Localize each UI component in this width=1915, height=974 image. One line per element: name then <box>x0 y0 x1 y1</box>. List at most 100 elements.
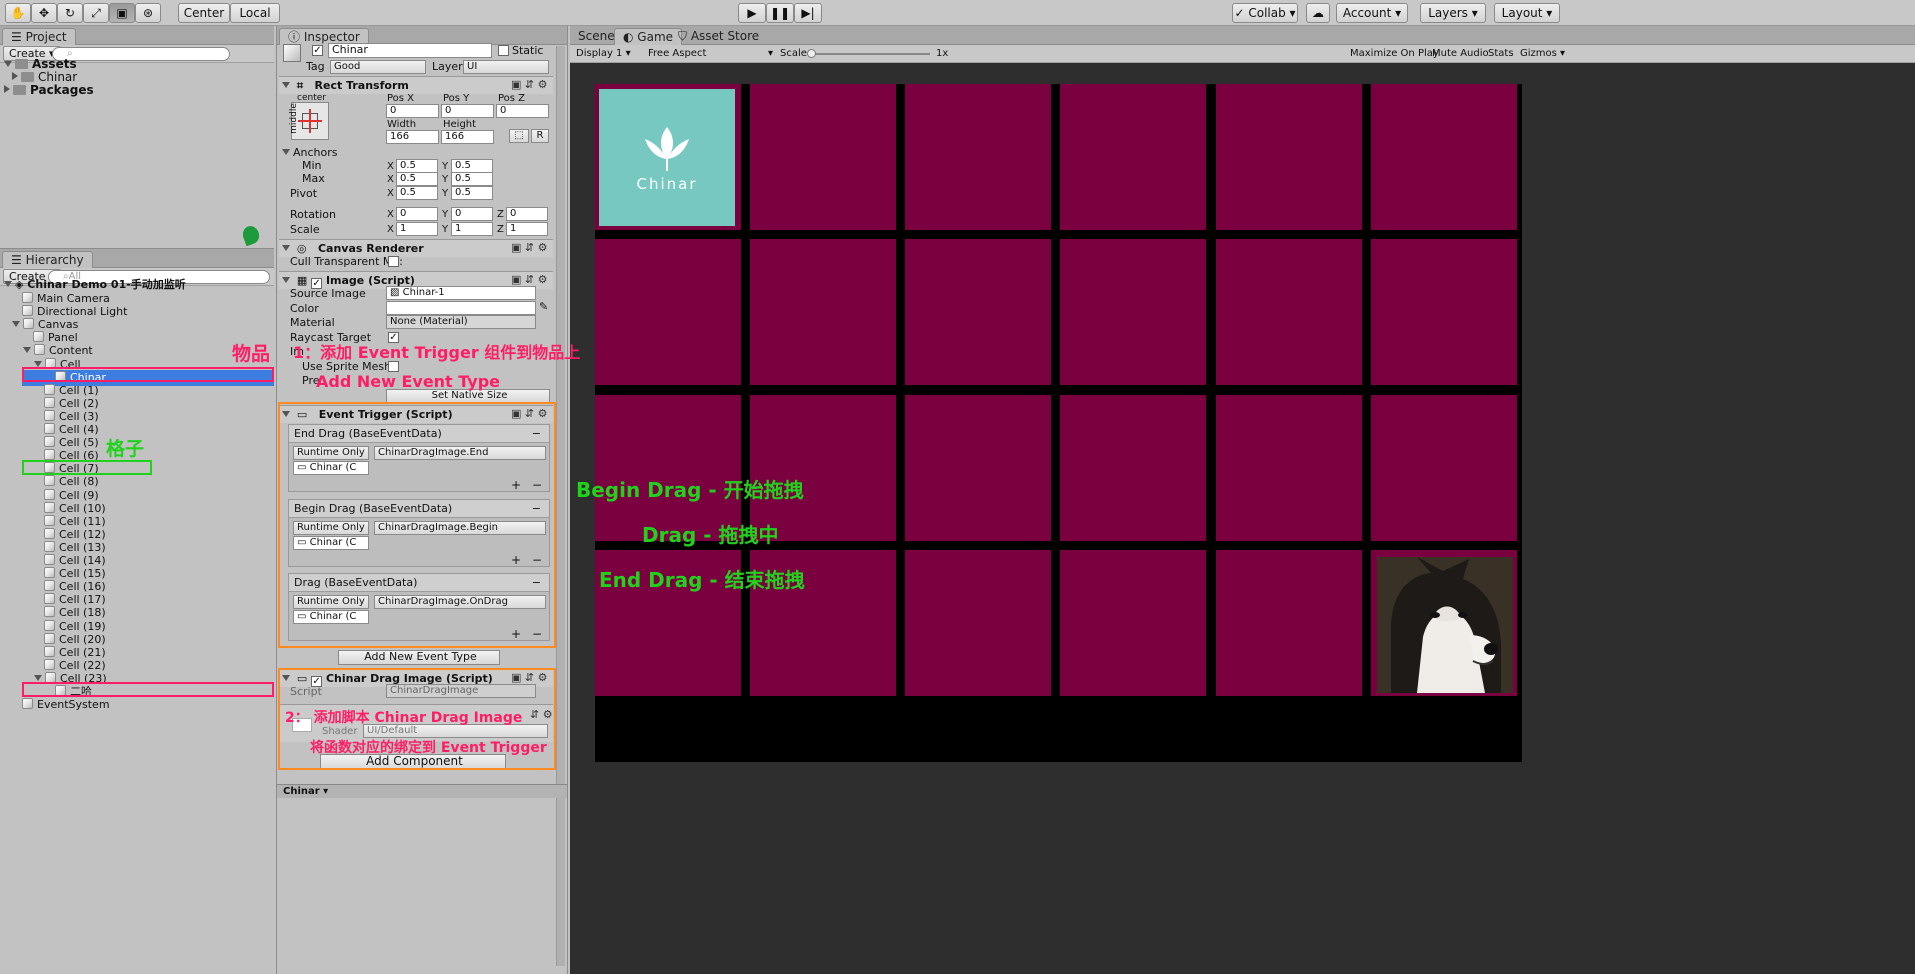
vector-field[interactable]: 0.5 <box>396 186 438 200</box>
grid-cell[interactable] <box>1216 550 1362 696</box>
add-new-event-type-button[interactable]: Add New Event Type <box>338 650 500 665</box>
layers-dropdown[interactable]: Layers ▾ <box>1420 3 1486 23</box>
axis-label: Y <box>442 174 449 185</box>
grid-cell[interactable] <box>1371 239 1517 385</box>
aspect-dropdown[interactable]: Free Aspect ▾ <box>648 47 773 60</box>
stats-toggle[interactable]: Stats <box>1488 47 1514 60</box>
eyedropper-icon[interactable]: ✎ <box>539 300 548 313</box>
color-field[interactable] <box>386 301 536 315</box>
grid-cell[interactable] <box>595 239 741 385</box>
game-tabbar: Scene ◐ Game ⛉ Asset Store <box>570 26 1915 45</box>
pause-button[interactable]: ❚❚ <box>766 3 794 23</box>
scale-tool-button[interactable]: ⤢ <box>83 3 109 23</box>
hierarchy-item[interactable]: EventSystem <box>22 697 110 713</box>
husky-item-tile[interactable] <box>1377 557 1513 693</box>
maximize-toggle[interactable]: Maximize On Play <box>1350 47 1439 60</box>
grid-cell[interactable] <box>905 550 1051 696</box>
vector-field[interactable]: 0.5 <box>451 172 493 186</box>
vector-field[interactable]: 0.5 <box>396 159 438 173</box>
grid-cell[interactable] <box>750 84 896 230</box>
layout-dropdown[interactable]: Layout ▾ <box>1494 3 1560 23</box>
inspector-scrollbar[interactable] <box>556 46 565 966</box>
height-field[interactable]: 166 <box>441 130 494 144</box>
pivot-local-button[interactable]: Local <box>230 3 280 23</box>
set-native-size-button[interactable]: Set Native Size <box>386 389 550 403</box>
posx-field[interactable]: 0 <box>386 104 439 118</box>
tab-project[interactable]: ☰ Project <box>2 28 76 45</box>
vector-field[interactable]: 0.5 <box>451 159 493 173</box>
vector-field[interactable]: 0 <box>506 207 548 221</box>
gizmos-dropdown[interactable]: Gizmos ▾ <box>1520 47 1565 60</box>
display-dropdown[interactable]: Display 1 ▾ <box>576 47 631 60</box>
expand-icon[interactable] <box>34 360 42 367</box>
static-checkbox[interactable] <box>498 45 509 56</box>
axis-label: X <box>387 188 394 199</box>
grid-cell[interactable] <box>905 395 1051 541</box>
chinar-item-tile[interactable]: Chinar <box>599 89 735 226</box>
expand-icon[interactable] <box>23 347 31 354</box>
grid-cell[interactable] <box>1371 84 1517 230</box>
vector-field[interactable]: 0 <box>396 207 438 221</box>
vector-field[interactable]: 1 <box>506 222 548 236</box>
vector-field[interactable]: 0.5 <box>451 186 493 200</box>
grid-cell[interactable] <box>905 239 1051 385</box>
hand-tool-button[interactable]: ✋ <box>5 3 31 23</box>
transform-tool-button[interactable]: ⊛ <box>135 3 161 23</box>
component-settings-icons[interactable]: ▣ ⇵ ⚙ <box>511 273 547 286</box>
component-settings-icons[interactable]: ▣ ⇵ ⚙ <box>511 78 547 91</box>
grid-cell[interactable] <box>905 84 1051 230</box>
info-icon: ⓘ <box>288 30 304 44</box>
grid-cell[interactable] <box>1216 84 1362 230</box>
rotate-tool-button[interactable]: ↻ <box>57 3 83 23</box>
scale-slider-thumb[interactable] <box>807 49 816 58</box>
gameobject-icon <box>44 514 55 526</box>
play-button[interactable]: ▶ <box>738 3 766 23</box>
highlight-cell-7 <box>22 460 152 475</box>
posz-field[interactable]: 0 <box>496 104 549 118</box>
posy-field[interactable]: 0 <box>441 104 494 118</box>
expand-icon[interactable] <box>12 321 20 328</box>
gameobject-icon <box>44 658 55 670</box>
move-tool-button[interactable]: ✥ <box>31 3 57 23</box>
width-field[interactable]: 166 <box>386 130 439 144</box>
tab-hierarchy[interactable]: ☰ Hierarchy <box>2 251 93 268</box>
grid-cell[interactable] <box>1060 550 1206 696</box>
grid-cell[interactable] <box>750 239 896 385</box>
mute-toggle[interactable]: Mute Audio <box>1432 47 1489 60</box>
scale-slider[interactable] <box>807 49 930 58</box>
vector-field[interactable]: 0.5 <box>396 172 438 186</box>
grid-cell[interactable] <box>1216 239 1362 385</box>
hierarchy-item-label: Cell (20) <box>59 632 106 646</box>
chinar-logo-text: Chinar <box>636 175 698 193</box>
layer-dropdown[interactable]: UI <box>463 60 549 74</box>
tag-dropdown[interactable]: Good <box>330 60 426 74</box>
collab-dropdown[interactable]: ✓ Collab ▾ <box>1232 3 1298 23</box>
inspector-footer[interactable]: Chinar ▾ <box>277 784 567 798</box>
project-search-input[interactable]: ⌕ <box>52 47 230 61</box>
vector-field[interactable]: 1 <box>396 222 438 236</box>
project-packages[interactable]: Packages <box>4 82 94 98</box>
tab-asset-store[interactable]: ⛉ Asset Store <box>670 28 767 45</box>
grid-cell[interactable] <box>1216 395 1362 541</box>
step-button[interactable]: ▶| <box>794 3 822 23</box>
anchors-foldout[interactable]: Anchors <box>282 146 338 159</box>
vector-field[interactable]: 0 <box>451 207 493 221</box>
source-image-field[interactable]: ▨ Chinar-1 <box>386 286 536 300</box>
active-checkbox[interactable]: ✓ <box>312 45 323 56</box>
cloud-button[interactable]: ☁ <box>1306 3 1330 23</box>
blueprint-button[interactable]: ⬚ <box>509 129 529 143</box>
vector-field[interactable]: 1 <box>451 222 493 236</box>
cull-checkbox[interactable] <box>388 256 399 267</box>
object-name-field[interactable]: Chinar <box>328 43 492 58</box>
expand-icon[interactable] <box>34 674 42 681</box>
grid-cell[interactable] <box>1060 239 1206 385</box>
pivot-center-button[interactable]: Center <box>178 3 230 23</box>
grid-cell[interactable] <box>1060 84 1206 230</box>
grid-cell[interactable] <box>1371 395 1517 541</box>
rect-tool-button[interactable]: ▣ <box>109 3 135 23</box>
raw-edit-button[interactable]: R <box>531 129 549 143</box>
component-settings-icons[interactable]: ▣ ⇵ ⚙ <box>511 241 547 254</box>
material-field[interactable]: None (Material) <box>386 315 536 329</box>
grid-cell[interactable] <box>1060 395 1206 541</box>
account-dropdown[interactable]: Account ▾ <box>1336 3 1408 23</box>
